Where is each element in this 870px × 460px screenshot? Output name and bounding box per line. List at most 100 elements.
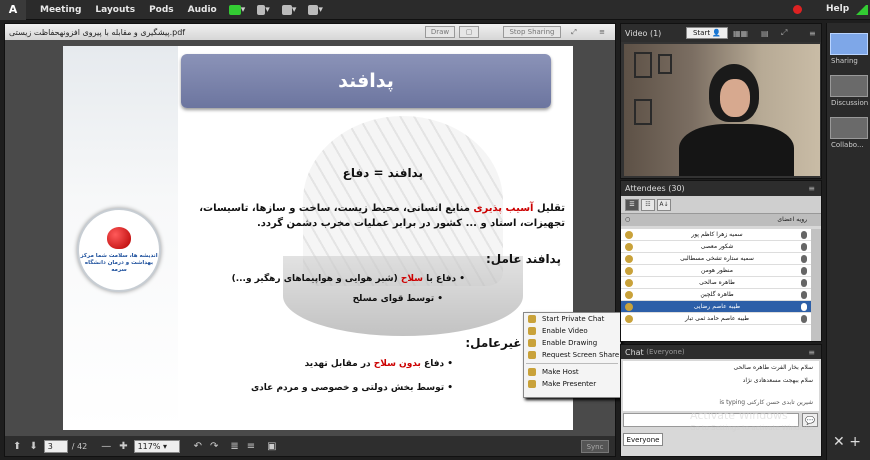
fit-page-icon[interactable]: ≡ bbox=[247, 441, 255, 452]
webcam-feed[interactable] bbox=[624, 44, 820, 176]
next-page-icon[interactable]: ⬇ bbox=[29, 441, 37, 452]
menu-meeting[interactable]: Meeting bbox=[40, 5, 81, 15]
menu-label: Make Presenter bbox=[542, 380, 597, 388]
webcam-toggle[interactable]: ▾ bbox=[281, 4, 296, 15]
mic-icon bbox=[801, 290, 807, 299]
attendee-row[interactable]: طیبه عاصم حامد ثمی تبار bbox=[621, 313, 811, 325]
attendee-name: سمیه ستاره تشخی مسطالبی bbox=[680, 255, 754, 262]
menu-request-screen-share[interactable]: Request Screen Share bbox=[524, 349, 620, 361]
chat-title: Chat bbox=[625, 347, 644, 357]
adobe-logo-icon: A bbox=[0, 0, 26, 20]
wall-frame bbox=[634, 99, 652, 125]
menu-start-private-chat[interactable]: Start Private Chat bbox=[524, 313, 620, 325]
rotate-right-icon[interactable]: ↷ bbox=[210, 441, 218, 452]
microphone-toggle[interactable]: ▾ bbox=[257, 4, 270, 15]
chat-options-icon[interactable]: ≡ bbox=[808, 348, 815, 357]
sort-icon[interactable]: A↓ bbox=[657, 198, 671, 211]
menu-make-host[interactable]: Make Host bbox=[524, 366, 620, 378]
attendee-row[interactable]: شکور معصی bbox=[621, 241, 811, 253]
slide-side-banner: اندیشه ها، سلامت شما مرکز بهداشت و درمان… bbox=[63, 46, 178, 430]
attendee-row[interactable]: طاهره گلچین bbox=[621, 289, 811, 301]
participant-icon bbox=[625, 290, 634, 299]
attendee-row[interactable]: سمیه ستاره تشخی مسطالبی bbox=[621, 253, 811, 265]
hand-icon bbox=[308, 4, 319, 15]
speaker-toggle[interactable]: ▾ bbox=[228, 4, 245, 15]
draw-button[interactable]: Draw bbox=[425, 26, 455, 38]
heart-apple-icon bbox=[107, 226, 131, 249]
menu-label: Request Screen Share bbox=[542, 351, 620, 359]
filmstrip-icon[interactable]: ▤ bbox=[761, 29, 769, 38]
slide-subtitle: پدافند = دفاع bbox=[342, 166, 423, 180]
stop-sharing-button[interactable]: Stop Sharing bbox=[503, 26, 561, 38]
expand-icon[interactable]: ⤢ bbox=[566, 26, 582, 38]
participant-icon bbox=[625, 230, 633, 239]
mic-icon bbox=[801, 254, 807, 263]
attendees-pod: Attendees (30) ≡ ☰ ☷ A↓ رویه اعضای ○ سمیه… bbox=[620, 180, 822, 342]
sync-button[interactable]: Sync bbox=[581, 440, 609, 453]
participant-icon bbox=[625, 266, 633, 275]
pod-options-icon[interactable]: ≡ bbox=[595, 26, 609, 38]
speaker-icon bbox=[228, 4, 241, 15]
participant-icon bbox=[625, 278, 634, 287]
video-title: Video bbox=[625, 28, 648, 38]
start-webcam-button[interactable]: Start 👤 bbox=[686, 27, 728, 39]
video-options-icon[interactable]: ≡ bbox=[809, 29, 816, 38]
rotate-left-icon[interactable]: ↶ bbox=[194, 441, 202, 452]
zoom-value: 117% bbox=[137, 441, 161, 451]
zoom-in-icon[interactable]: ✚ bbox=[119, 441, 127, 452]
layout-discussion-thumbnail[interactable] bbox=[830, 75, 868, 97]
active-bullet-2: توسط قوای مسلح bbox=[353, 294, 443, 304]
collapse-icon[interactable]: ○ bbox=[625, 214, 630, 226]
menu-layouts[interactable]: Layouts bbox=[95, 5, 135, 15]
presenter-body bbox=[679, 124, 794, 176]
fullscreen-video-icon[interactable]: ⤢ bbox=[781, 28, 787, 38]
activate-windows-hint: Go to Settings to activate Windows. bbox=[690, 424, 816, 432]
zoom-out-icon[interactable]: — bbox=[101, 441, 111, 452]
attendee-name: طیبه عاصم حامد ثمی تبار bbox=[685, 315, 749, 322]
menu-pods[interactable]: Pods bbox=[149, 5, 174, 15]
fullscreen-icon[interactable]: ▢ bbox=[459, 26, 479, 38]
layout-collaboration-thumbnail[interactable] bbox=[830, 117, 868, 139]
chat-tab-everyone[interactable]: Everyone bbox=[623, 433, 663, 446]
shared-filename: پیشگیری و مقابله با پیروی افزونهحفاظت زی… bbox=[9, 27, 186, 37]
attendee-list: سمیه زهرا کاظم پور شکور معصی سمیه ستاره … bbox=[621, 229, 811, 341]
status-view-icon[interactable]: ☷ bbox=[641, 198, 655, 211]
attendee-group-header[interactable]: رویه اعضای ○ bbox=[621, 214, 821, 226]
attendee-scrollbar[interactable] bbox=[811, 229, 821, 341]
menu-audio[interactable]: Audio bbox=[188, 5, 217, 15]
download-icon[interactable]: ▣ bbox=[267, 441, 276, 452]
layout-sharing-thumbnail[interactable] bbox=[830, 33, 868, 55]
attendees-title: Attendees bbox=[625, 184, 666, 193]
list-view-icon[interactable]: ☰ bbox=[625, 198, 639, 211]
close-icon[interactable]: ✕ bbox=[833, 434, 845, 450]
host-user-icon bbox=[528, 368, 536, 376]
mic-icon bbox=[801, 266, 807, 275]
zoom-select[interactable]: 117% ▾ bbox=[133, 439, 180, 453]
presenter-user-icon bbox=[528, 380, 536, 388]
menu-enable-video[interactable]: Enable Video bbox=[524, 325, 620, 337]
passive-bullet-2: توسط بخش دولتی و خصوصی و مردم عادی bbox=[251, 383, 453, 393]
connection-signal-icon bbox=[856, 5, 868, 15]
add-icon[interactable]: + bbox=[849, 434, 861, 450]
attendees-options-icon[interactable]: ≡ bbox=[808, 184, 815, 193]
previous-page-icon[interactable]: ⬆ bbox=[13, 441, 21, 452]
passive-b1-prefix: دفاع bbox=[420, 359, 445, 369]
attendee-row[interactable]: منظور هومن bbox=[621, 265, 811, 277]
chat-pod: Chat (Everyone) ≡ سلام بخار الفرت طاهره … bbox=[620, 344, 822, 457]
passive-bullet-1: دفاع بدون سلاح در مقابل تهدید bbox=[305, 359, 453, 369]
fit-width-icon[interactable]: ≣ bbox=[230, 441, 238, 452]
menu-help[interactable]: Help bbox=[826, 4, 849, 14]
attendee-row[interactable]: سمیه زهرا کاظم پور bbox=[621, 229, 811, 241]
raise-hand-toggle[interactable]: ▾ bbox=[308, 4, 323, 15]
menu-label: Start Private Chat bbox=[542, 315, 605, 323]
layout-label: Collabo... bbox=[831, 141, 864, 149]
attendee-row[interactable]: طاهره صالحی bbox=[621, 277, 811, 289]
menu-enable-drawing[interactable]: Enable Drawing bbox=[524, 337, 620, 349]
page-number-input[interactable]: 3 bbox=[43, 439, 68, 453]
attendee-row-selected[interactable]: طیبه عاصم رضایی bbox=[621, 301, 811, 313]
menu-label: Enable Video bbox=[542, 327, 588, 335]
grid-view-icon[interactable]: ▦▦ bbox=[733, 29, 748, 38]
recording-icon[interactable] bbox=[793, 5, 802, 14]
menu-label: Enable Drawing bbox=[542, 339, 598, 347]
menu-make-presenter[interactable]: Make Presenter bbox=[524, 378, 620, 390]
